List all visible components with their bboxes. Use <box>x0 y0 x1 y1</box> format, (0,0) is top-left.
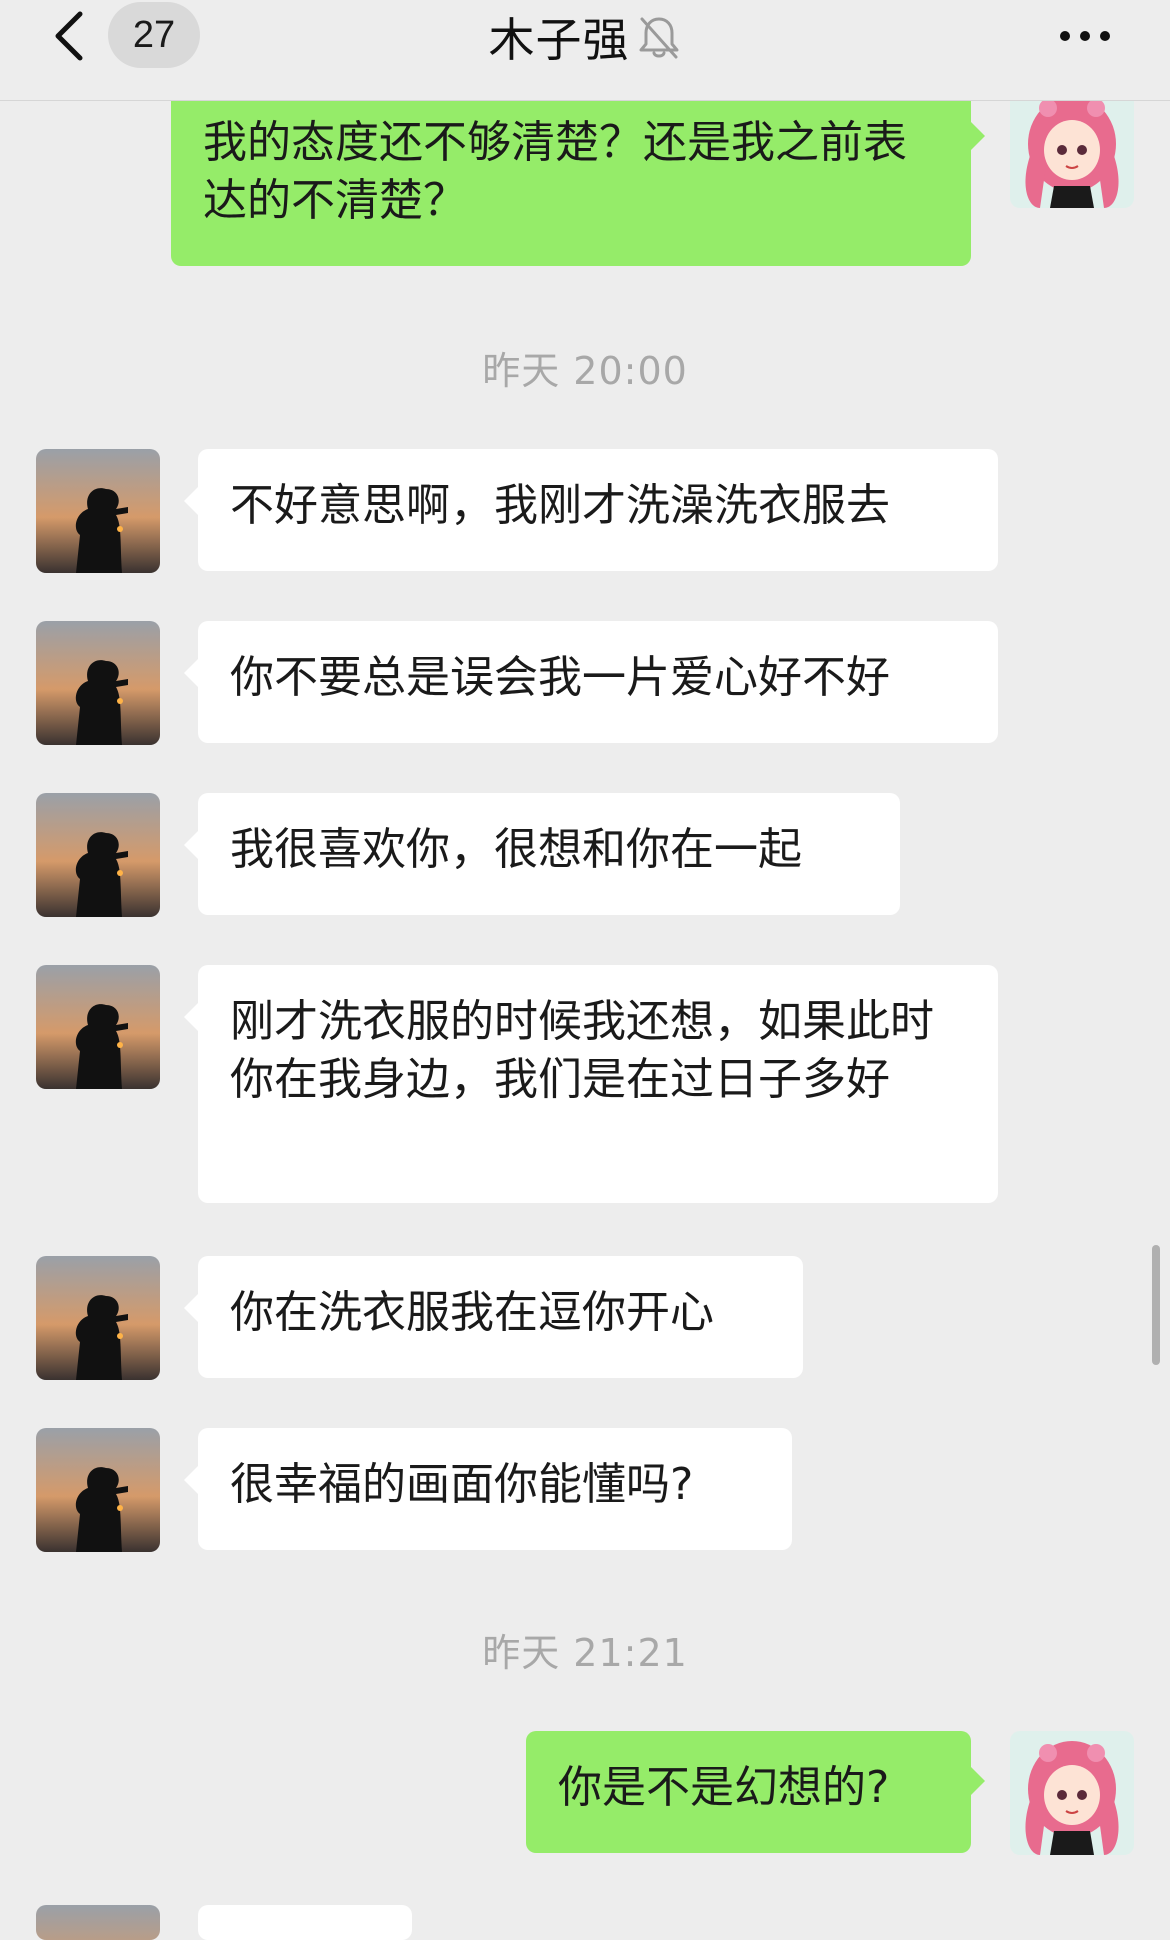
message-text: 刚才洗衣服的时候我还想，如果此时你在我身边，我们是在过日子多好 <box>230 996 934 1105</box>
silhouette-avatar-icon <box>36 1905 160 1940</box>
contact-avatar[interactable] <box>36 621 160 745</box>
incoming-message-bubble[interactable]: 很幸福的画面你能懂吗? <box>184 1428 792 1550</box>
contact-avatar[interactable] <box>36 1428 160 1552</box>
more-dot <box>1080 31 1090 41</box>
outgoing-message-bubble[interactable]: 你是不是幻想的? <box>526 1731 985 1853</box>
message-text: 很幸福的画面你能懂吗? <box>230 1459 694 1510</box>
bell-off-icon <box>636 13 682 61</box>
contact-avatar[interactable] <box>36 1905 160 1940</box>
incoming-message-bubble[interactable]: 你在洗衣服我在逗你开心 <box>184 1256 803 1378</box>
message-text: 你不要总是误会我一片爱心好不好 <box>230 652 890 703</box>
message-text: 我很喜欢你，很想和你在一起 <box>230 824 802 875</box>
message-timestamp: 昨天 20:00 <box>482 349 688 393</box>
message-text: 我的态度还不够清楚？还是我之前表达的不清楚？ <box>203 117 907 226</box>
contact-avatar[interactable] <box>36 965 160 1089</box>
more-dot <box>1060 31 1070 41</box>
incoming-message-bubble[interactable]: 刚才洗衣服的时候我还想，如果此时你在我身边，我们是在过日子多好 <box>184 965 998 1203</box>
outgoing-message-bubble[interactable]: 我的态度还不够清楚？还是我之前表达的不清楚？ <box>171 86 985 266</box>
my-avatar[interactable] <box>1010 1731 1134 1855</box>
incoming-message-bubble[interactable] <box>198 1905 412 1940</box>
more-options-button[interactable] <box>1048 14 1122 58</box>
silhouette-avatar-icon <box>36 1256 160 1380</box>
scrollbar[interactable] <box>1152 1245 1160 1365</box>
chevron-left-icon <box>50 8 90 68</box>
silhouette-avatar-icon <box>36 449 160 573</box>
my-avatar[interactable] <box>1010 86 1134 208</box>
incoming-message-bubble[interactable]: 不好意思啊，我刚才洗澡洗衣服去 <box>184 449 998 571</box>
silhouette-avatar-icon <box>36 965 160 1089</box>
more-dot <box>1100 31 1110 41</box>
chat-title: 木子强 <box>488 13 630 67</box>
message-text: 你是不是幻想的? <box>558 1762 890 1813</box>
incoming-message-bubble[interactable]: 我很喜欢你，很想和你在一起 <box>184 793 900 915</box>
unread-count-badge[interactable]: 27 <box>108 2 200 68</box>
contact-avatar[interactable] <box>36 793 160 917</box>
girl-avatar-icon <box>1010 1731 1134 1855</box>
back-button[interactable] <box>40 8 100 68</box>
girl-avatar-icon <box>1010 86 1134 208</box>
silhouette-avatar-icon <box>36 1428 160 1552</box>
message-text: 不好意思啊，我刚才洗澡洗衣服去 <box>230 480 890 531</box>
chat-screen: 27 木子强 我的态度还不够清楚？还是我之前表达的不清楚？ 昨天 20:00 不… <box>0 0 1170 1940</box>
contact-avatar[interactable] <box>36 1256 160 1380</box>
message-text: 你在洗衣服我在逗你开心 <box>230 1287 714 1338</box>
contact-avatar[interactable] <box>36 449 160 573</box>
message-timestamp: 昨天 21:21 <box>482 1631 688 1675</box>
chat-header: 27 木子强 <box>0 0 1170 101</box>
incoming-message-bubble[interactable]: 你不要总是误会我一片爱心好不好 <box>184 621 998 743</box>
silhouette-avatar-icon <box>36 793 160 917</box>
silhouette-avatar-icon <box>36 621 160 745</box>
